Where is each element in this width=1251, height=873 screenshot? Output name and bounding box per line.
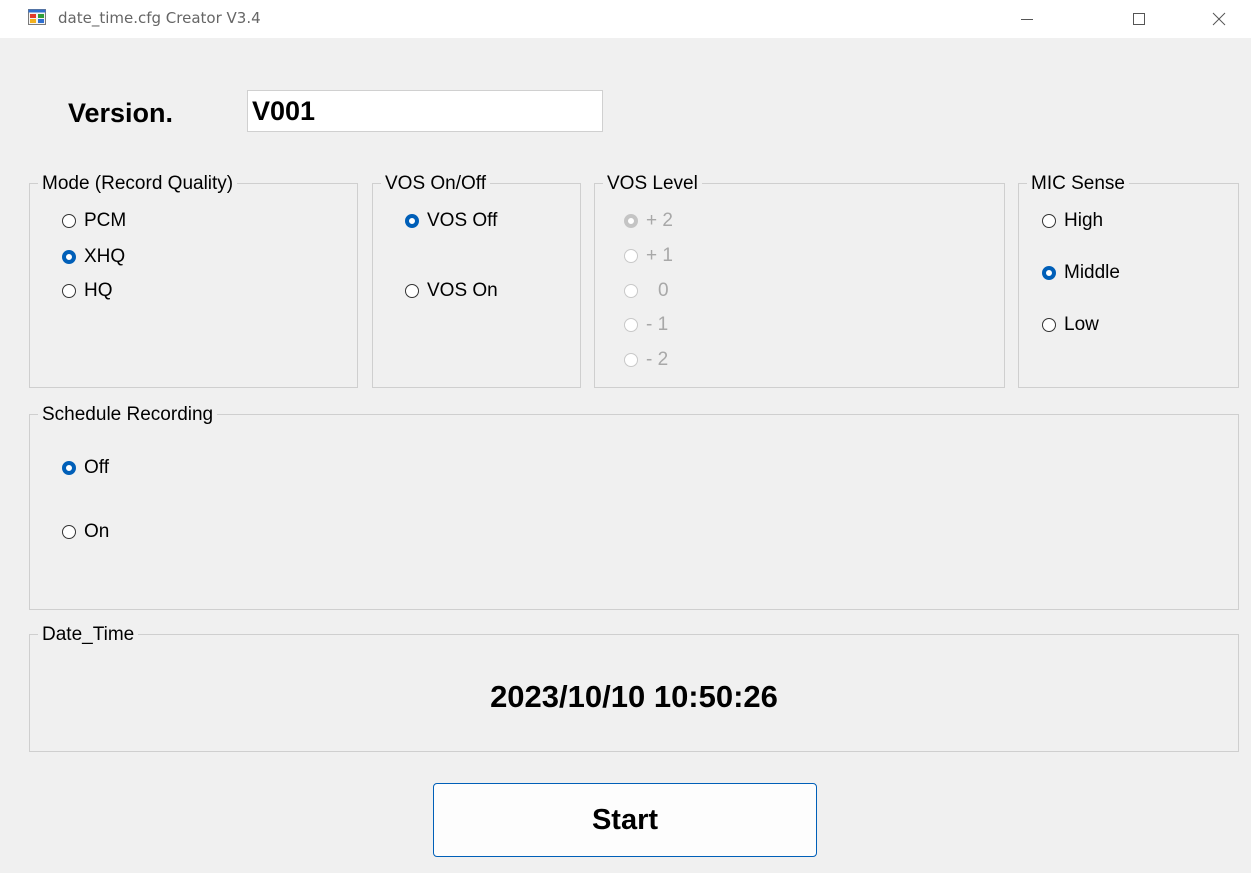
radio-label: PCM xyxy=(84,210,127,231)
minimize-icon xyxy=(1021,19,1033,20)
radio-dot xyxy=(405,214,419,228)
mic-sense-group: MIC Sense High Middle Low xyxy=(1018,174,1239,388)
mic-radio-low[interactable]: Low xyxy=(1042,314,1099,336)
vos-onoff-group-label: VOS On/Off xyxy=(381,174,491,194)
schedule-radio-off[interactable]: Off xyxy=(62,457,109,479)
close-icon xyxy=(1212,12,1226,26)
vos-level-radio-plus2: + 2 xyxy=(624,210,673,232)
maximize-button[interactable] xyxy=(1111,0,1167,38)
version-input[interactable] xyxy=(247,90,603,132)
radio-label: + 2 xyxy=(646,210,673,231)
minimize-button[interactable] xyxy=(999,0,1055,38)
vos-radio-off[interactable]: VOS Off xyxy=(405,210,497,232)
mic-radio-middle[interactable]: Middle xyxy=(1042,262,1120,284)
vos-level-radio-0: 0 xyxy=(624,280,669,302)
vos-level-radio-plus1: + 1 xyxy=(624,245,673,267)
vos-level-radio-minus1: - 1 xyxy=(624,314,668,336)
radio-dot xyxy=(624,249,638,263)
radio-dot xyxy=(1042,266,1056,280)
radio-dot xyxy=(624,353,638,367)
radio-dot xyxy=(62,214,76,228)
schedule-radio-on[interactable]: On xyxy=(62,521,109,543)
radio-dot xyxy=(62,284,76,298)
maximize-icon xyxy=(1133,13,1145,25)
date-time-value: 2023/10/10 10:50:26 xyxy=(490,679,778,714)
form-app-icon xyxy=(28,9,46,25)
vos-radio-on[interactable]: VOS On xyxy=(405,280,498,302)
vos-level-radio-minus2: - 2 xyxy=(624,349,668,371)
mode-group: Mode (Record Quality) PCM XHQ HQ xyxy=(29,174,358,388)
title-bar: date_time.cfg Creator V3.4 xyxy=(0,0,1251,38)
radio-label: Off xyxy=(84,457,109,478)
mode-group-label: Mode (Record Quality) xyxy=(38,174,238,194)
radio-label: VOS Off xyxy=(427,210,498,231)
vos-level-group-label: VOS Level xyxy=(603,174,702,194)
vos-level-group: VOS Level + 2 + 1 0 - 1 - 2 xyxy=(594,174,1005,388)
radio-dot xyxy=(62,461,76,475)
radio-dot xyxy=(624,214,638,228)
radio-label: Middle xyxy=(1064,262,1120,283)
radio-dot xyxy=(624,284,638,298)
radio-label: 0 xyxy=(658,280,669,301)
window-title: date_time.cfg Creator V3.4 xyxy=(58,9,261,27)
mic-sense-group-label: MIC Sense xyxy=(1027,174,1129,194)
radio-label: - 1 xyxy=(646,314,669,335)
radio-label: XHQ xyxy=(84,246,126,267)
mode-radio-pcm[interactable]: PCM xyxy=(62,210,126,232)
schedule-group-label: Schedule Recording xyxy=(38,405,218,425)
mic-radio-high[interactable]: High xyxy=(1042,210,1103,232)
date-time-group-label: Date_Time xyxy=(38,625,139,645)
radio-label: On xyxy=(84,521,110,542)
radio-dot xyxy=(62,525,76,539)
radio-dot xyxy=(1042,214,1056,228)
radio-label: HQ xyxy=(84,280,113,301)
radio-label: High xyxy=(1064,210,1104,231)
schedule-recording-group: Schedule Recording Off On xyxy=(29,405,1239,610)
close-button[interactable] xyxy=(1191,0,1247,38)
radio-label: + 1 xyxy=(646,245,673,266)
start-button[interactable]: Start xyxy=(433,783,817,857)
radio-dot xyxy=(62,250,76,264)
radio-dot xyxy=(624,318,638,332)
mode-radio-hq[interactable]: HQ xyxy=(62,280,113,302)
date-time-group: Date_Time 2023/10/10 10:50:26 xyxy=(29,625,1239,752)
radio-label: - 2 xyxy=(646,349,669,370)
radio-dot xyxy=(1042,318,1056,332)
radio-label: VOS On xyxy=(427,280,498,301)
vos-onoff-group: VOS On/Off VOS Off VOS On xyxy=(372,174,581,388)
radio-label: Low xyxy=(1064,314,1099,335)
version-label: Version. xyxy=(68,98,174,128)
radio-dot xyxy=(405,284,419,298)
mode-radio-xhq[interactable]: XHQ xyxy=(62,246,125,268)
